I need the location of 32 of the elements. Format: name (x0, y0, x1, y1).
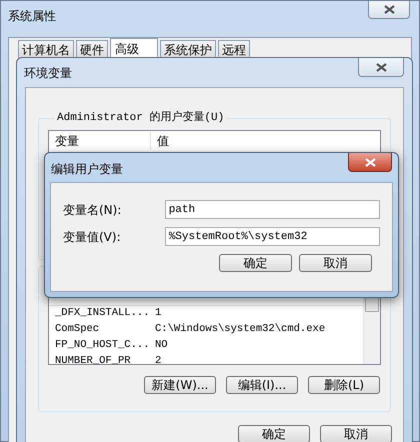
tab[interactable]: 硬件 (76, 40, 108, 58)
input-field[interactable]: %SystemRoot%\system32 (164, 227, 380, 246)
dialog-button[interactable]: 新建(W)... (144, 376, 216, 394)
tab[interactable]: 高级 (110, 38, 158, 58)
column-header: 变量 (49, 132, 151, 150)
dialog-button[interactable]: 编辑(I)... (226, 376, 298, 394)
tab[interactable]: 远程 (218, 40, 250, 58)
close-button[interactable] (368, 1, 410, 19)
dialog-button[interactable]: 确定 (219, 254, 292, 272)
close-icon (384, 5, 394, 14)
dialog-button[interactable]: 确定 (238, 425, 310, 442)
dialog-button[interactable]: 取消 (299, 254, 372, 272)
field-label: 变量名(N): (63, 202, 122, 218)
dialog-title: 编辑用户变量 (51, 161, 123, 178)
tab[interactable]: 计算机名 (18, 40, 74, 58)
list-row[interactable]: NUMBER_OF_PR 2 (49, 354, 363, 364)
close-button[interactable] (348, 153, 392, 172)
dialog-button[interactable]: 删除(L) (308, 376, 380, 394)
dialog-title: 环境变量 (24, 65, 72, 82)
list-row[interactable]: ComSpec C:\Windows\system32\cmd.exe (49, 322, 363, 338)
close-icon (376, 62, 386, 72)
list-row[interactable]: _DFX_INSTALL... 1 (49, 306, 363, 322)
dialog-button[interactable]: 取消 (320, 425, 392, 442)
close-button[interactable] (358, 58, 404, 77)
tab[interactable]: 系统保护 (160, 40, 216, 58)
window-title: 系统属性 (8, 8, 56, 25)
group-label: Administrator 的用户变量(U) (56, 110, 226, 126)
list-row[interactable]: FP_NO_HOST_C... NO (49, 338, 363, 354)
close-icon (364, 158, 376, 166)
input-field[interactable]: path (164, 200, 380, 219)
column-header: 值 (156, 133, 169, 150)
field-label: 变量值(V): (63, 228, 122, 246)
